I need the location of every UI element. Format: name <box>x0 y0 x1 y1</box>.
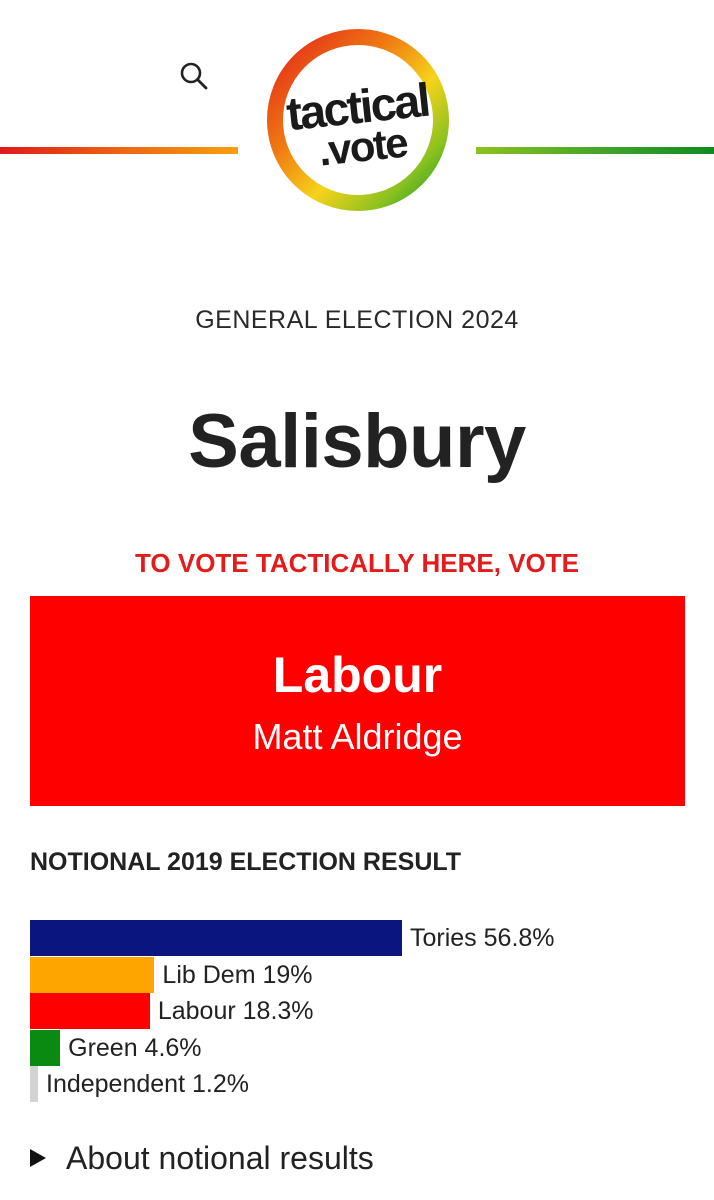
result-row-tories: Tories 56.8% <box>30 920 690 956</box>
disclosure-triangle-icon <box>30 1149 46 1167</box>
election-label: GENERAL ELECTION 2024 <box>195 306 519 334</box>
site-header: tactical .vote <box>0 0 714 230</box>
result-bar-labour <box>30 993 150 1029</box>
search-button[interactable] <box>172 54 216 98</box>
result-label-green: Green 4.6% <box>68 1033 202 1062</box>
results-heading: NOTIONAL 2019 ELECTION RESULT <box>30 848 462 876</box>
result-row-green: Green 4.6% <box>30 1029 690 1066</box>
result-row-lib-dem: Lib Dem 19% <box>30 956 690 993</box>
recommended-party: Labour <box>272 647 443 703</box>
tactical-vote-logo[interactable]: tactical .vote <box>263 25 453 215</box>
constituency-title: Salisbury <box>188 399 526 484</box>
vote-prompt: TO VOTE TACTICALLY HERE, VOTE <box>135 548 579 578</box>
about-notional-results-label: About notional results <box>66 1139 374 1176</box>
result-bar-tories <box>30 920 402 956</box>
about-notional-results-toggle[interactable]: About notional results <box>30 1138 374 1178</box>
result-bar-independent <box>30 1066 38 1102</box>
result-label-lib-dem: Lib Dem 19% <box>162 960 313 989</box>
header-line-left <box>0 147 238 154</box>
logo-text-line2: .vote <box>316 119 409 175</box>
result-row-independent: Independent 1.2% <box>30 1066 690 1102</box>
result-label-labour: Labour 18.3% <box>157 997 314 1025</box>
result-bar-green <box>30 1029 61 1066</box>
result-bar-lib-dem <box>30 956 155 993</box>
recommendation-box: Labour Matt Aldridge <box>30 596 685 806</box>
recommended-candidate: Matt Aldridge <box>252 716 463 757</box>
result-label-independent: Independent 1.2% <box>46 1070 249 1098</box>
result-row-labour: Labour 18.3% <box>30 993 690 1029</box>
result-label-tories: Tories 56.8% <box>410 924 555 952</box>
search-icon <box>180 62 208 90</box>
results-chart: Tories 56.8% Lib Dem 19% Labour 18.3% Gr… <box>30 920 690 1110</box>
header-line-right <box>476 147 714 154</box>
